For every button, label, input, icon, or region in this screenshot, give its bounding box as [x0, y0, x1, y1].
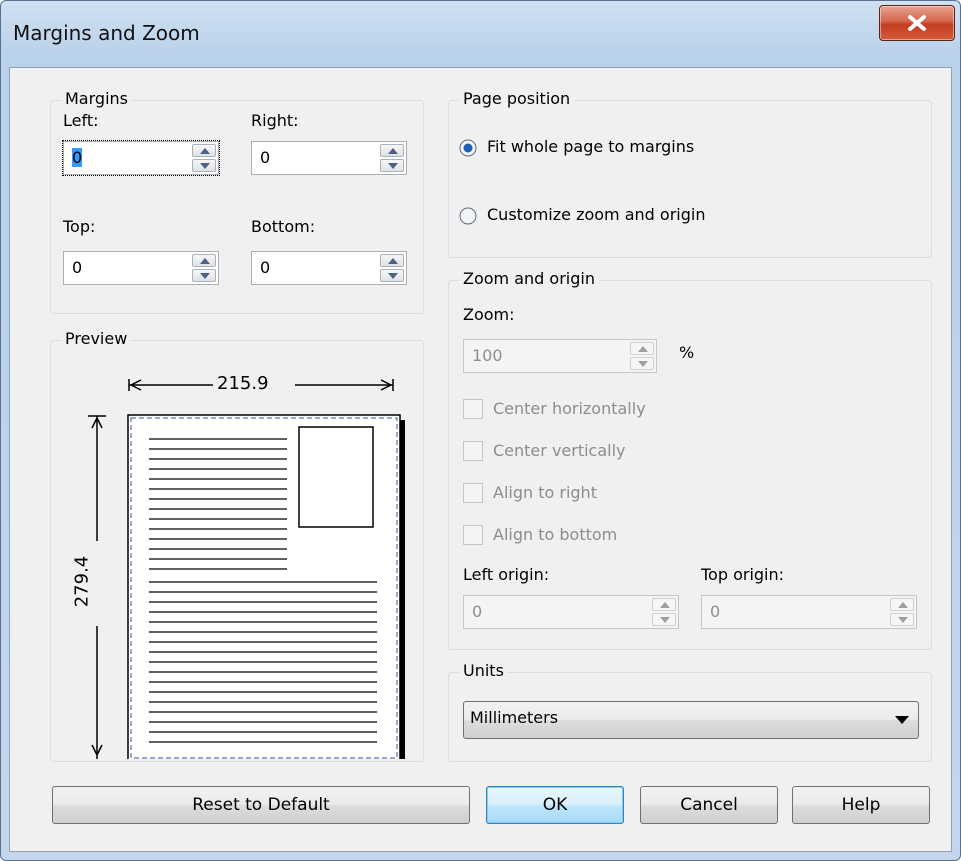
- center-horizontally-label[interactable]: Center horizontally: [493, 399, 646, 418]
- bottom-margin-spinner[interactable]: 0: [251, 251, 407, 285]
- left-margin-down-button[interactable]: [192, 159, 216, 172]
- page-preview: [88, 379, 405, 759]
- align-bottom-checkbox[interactable]: [463, 525, 483, 545]
- page-position-legend: Page position: [459, 89, 575, 108]
- ok-button[interactable]: OK: [486, 786, 624, 824]
- bottom-margin-label: Bottom:: [251, 217, 316, 236]
- page-position-group: Page position Fit whole page to margins …: [448, 89, 932, 258]
- top-origin-spinner[interactable]: 0: [701, 595, 917, 629]
- preview-image-box: [298, 426, 374, 528]
- close-icon: [908, 15, 926, 31]
- top-margin-spinner[interactable]: 0: [63, 251, 219, 285]
- arrow-down-icon: [660, 617, 670, 623]
- left-margin-label: Left:: [63, 111, 99, 130]
- reset-default-button[interactable]: Reset to Default: [52, 786, 470, 824]
- customize-zoom-label[interactable]: Customize zoom and origin: [487, 205, 705, 224]
- zoom-origin-legend: Zoom and origin: [459, 269, 599, 288]
- left-origin-label: Left origin:: [463, 565, 550, 584]
- zoom-unit: %: [679, 343, 695, 362]
- arrow-down-icon: [638, 361, 648, 367]
- units-legend: Units: [459, 661, 508, 680]
- right-margin-spinner[interactable]: 0: [251, 141, 407, 175]
- left-margin-spinner[interactable]: 0: [62, 140, 220, 176]
- arrow-up-icon: [660, 602, 670, 608]
- align-right-checkbox[interactable]: [463, 483, 483, 503]
- preview-width-label: 215.9: [217, 373, 269, 394]
- left-margin-value[interactable]: 0: [72, 148, 83, 167]
- zoom-spinner[interactable]: 100: [463, 339, 657, 373]
- margins-legend: Margins: [61, 89, 132, 108]
- arrow-down-icon: [898, 617, 908, 623]
- arrow-down-icon: [388, 163, 398, 169]
- left-origin-up-button[interactable]: [652, 598, 676, 611]
- right-margin-label: Right:: [251, 111, 299, 130]
- center-horizontally-checkbox[interactable]: [463, 399, 483, 419]
- arrow-down-icon: [388, 273, 398, 279]
- right-margin-up-button[interactable]: [380, 144, 404, 157]
- arrow-up-icon: [388, 148, 398, 154]
- left-origin-value[interactable]: 0: [472, 602, 482, 621]
- title-bar[interactable]: Margins and Zoom: [1, 1, 960, 67]
- arrow-up-icon: [898, 602, 908, 608]
- right-margin-value[interactable]: 0: [260, 148, 270, 167]
- arrow-up-icon: [200, 258, 210, 264]
- zoom-down-button[interactable]: [630, 357, 654, 370]
- cancel-button[interactable]: Cancel: [640, 786, 778, 824]
- bottom-margin-up-button[interactable]: [380, 254, 404, 267]
- center-vertically-checkbox[interactable]: [463, 441, 483, 461]
- top-margin-up-button[interactable]: [192, 254, 216, 267]
- top-margin-down-button[interactable]: [192, 269, 216, 282]
- arrow-down-icon: [200, 163, 210, 169]
- left-margin-up-button[interactable]: [192, 144, 216, 157]
- zoom-up-button[interactable]: [630, 342, 654, 355]
- top-origin-up-button[interactable]: [890, 598, 914, 611]
- fit-page-label[interactable]: Fit whole page to margins: [487, 137, 694, 156]
- arrow-up-icon: [638, 346, 648, 352]
- preview-height-label: 279.4: [71, 555, 93, 608]
- help-button[interactable]: Help: [792, 786, 930, 824]
- customize-zoom-radio[interactable]: [459, 207, 477, 225]
- left-origin-down-button[interactable]: [652, 613, 676, 626]
- top-origin-down-button[interactable]: [890, 613, 914, 626]
- top-origin-value[interactable]: 0: [710, 602, 720, 621]
- units-selected-value: Millimeters: [470, 708, 559, 727]
- top-origin-label: Top origin:: [701, 565, 785, 584]
- window-title: Margins and Zoom: [13, 21, 200, 45]
- dialog-body: Margins Left: Right: 0 0 Top: Bottom: 0 …: [9, 67, 952, 852]
- center-vertically-label[interactable]: Center vertically: [493, 441, 626, 460]
- top-margin-value[interactable]: 0: [72, 258, 82, 277]
- arrow-up-icon: [200, 148, 210, 154]
- zoom-value[interactable]: 100: [472, 346, 503, 365]
- left-origin-spinner[interactable]: 0: [463, 595, 679, 629]
- align-right-label[interactable]: Align to right: [493, 483, 597, 502]
- margins-zoom-dialog: Margins and Zoom Margins Left: Right: 0 …: [0, 0, 961, 861]
- arrow-up-icon: [388, 258, 398, 264]
- close-button[interactable]: [879, 5, 955, 41]
- bottom-margin-value[interactable]: 0: [260, 258, 270, 277]
- preview-group: Preview 215.9 279.4: [50, 329, 424, 762]
- zoom-label: Zoom:: [463, 305, 515, 324]
- arrow-down-icon: [200, 273, 210, 279]
- top-margin-label: Top:: [63, 217, 96, 236]
- units-select[interactable]: Millimeters: [463, 701, 919, 739]
- fit-page-radio[interactable]: [459, 139, 477, 157]
- bottom-margin-down-button[interactable]: [380, 269, 404, 282]
- right-margin-down-button[interactable]: [380, 159, 404, 172]
- align-bottom-label[interactable]: Align to bottom: [493, 525, 617, 544]
- units-group: Units Millimeters: [448, 661, 932, 762]
- margins-group: Margins Left: Right: 0 0 Top: Bottom: 0 …: [50, 89, 424, 314]
- dropdown-arrow-icon: [895, 716, 909, 724]
- zoom-origin-group: Zoom and origin Zoom: 100 % Center horiz…: [448, 269, 932, 650]
